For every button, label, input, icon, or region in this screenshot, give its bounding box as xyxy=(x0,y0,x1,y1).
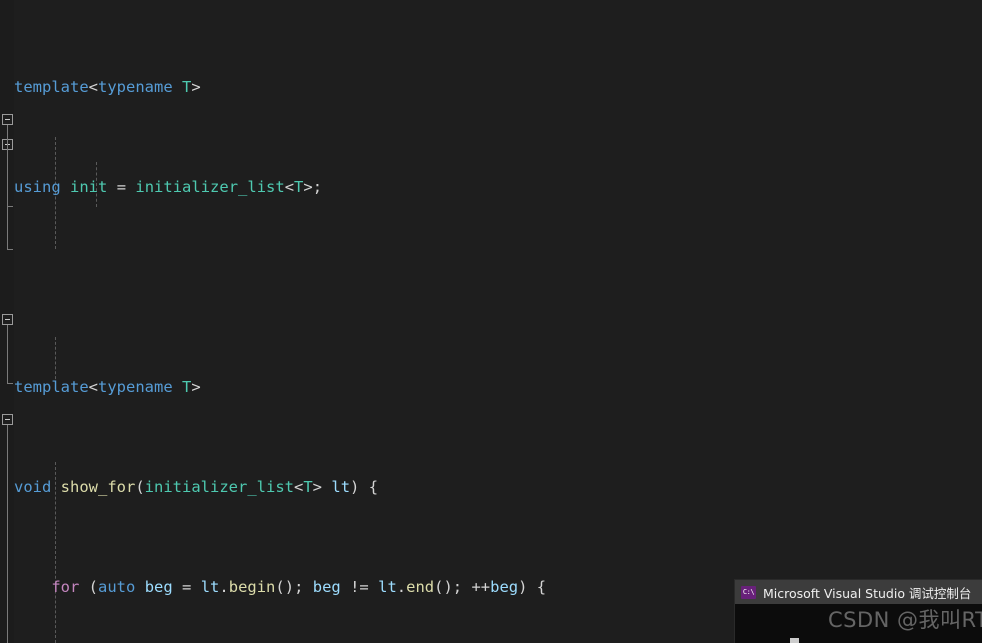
console-window-title: Microsoft Visual Studio 调试控制台 xyxy=(763,585,972,601)
code-line: using init = initializer_list<T>; xyxy=(14,178,323,196)
console-output: 1 2 3 4 5 6 7 8 1 2 3 4 5 6 7 8 xyxy=(735,604,982,643)
code-editor[interactable]: template<typename T> using init = initia… xyxy=(0,0,982,643)
console-app-icon: C:\ xyxy=(741,585,756,599)
console-title-bar[interactable]: C:\ Microsoft Visual Studio 调试控制台 xyxy=(735,580,982,604)
console-window[interactable]: C:\ Microsoft Visual Studio 调试控制台 1 2 3 … xyxy=(735,580,982,643)
code-text[interactable]: template<typename T> using init = initia… xyxy=(0,0,714,643)
console-cursor xyxy=(790,638,799,643)
code-line: template<typename T> xyxy=(14,78,201,96)
code-line: void show_for(initializer_list<T> lt) { xyxy=(14,478,379,496)
code-line: template<typename T> xyxy=(14,378,201,396)
code-line: for (auto beg = lt.begin(); beg != lt.en… xyxy=(51,578,547,596)
